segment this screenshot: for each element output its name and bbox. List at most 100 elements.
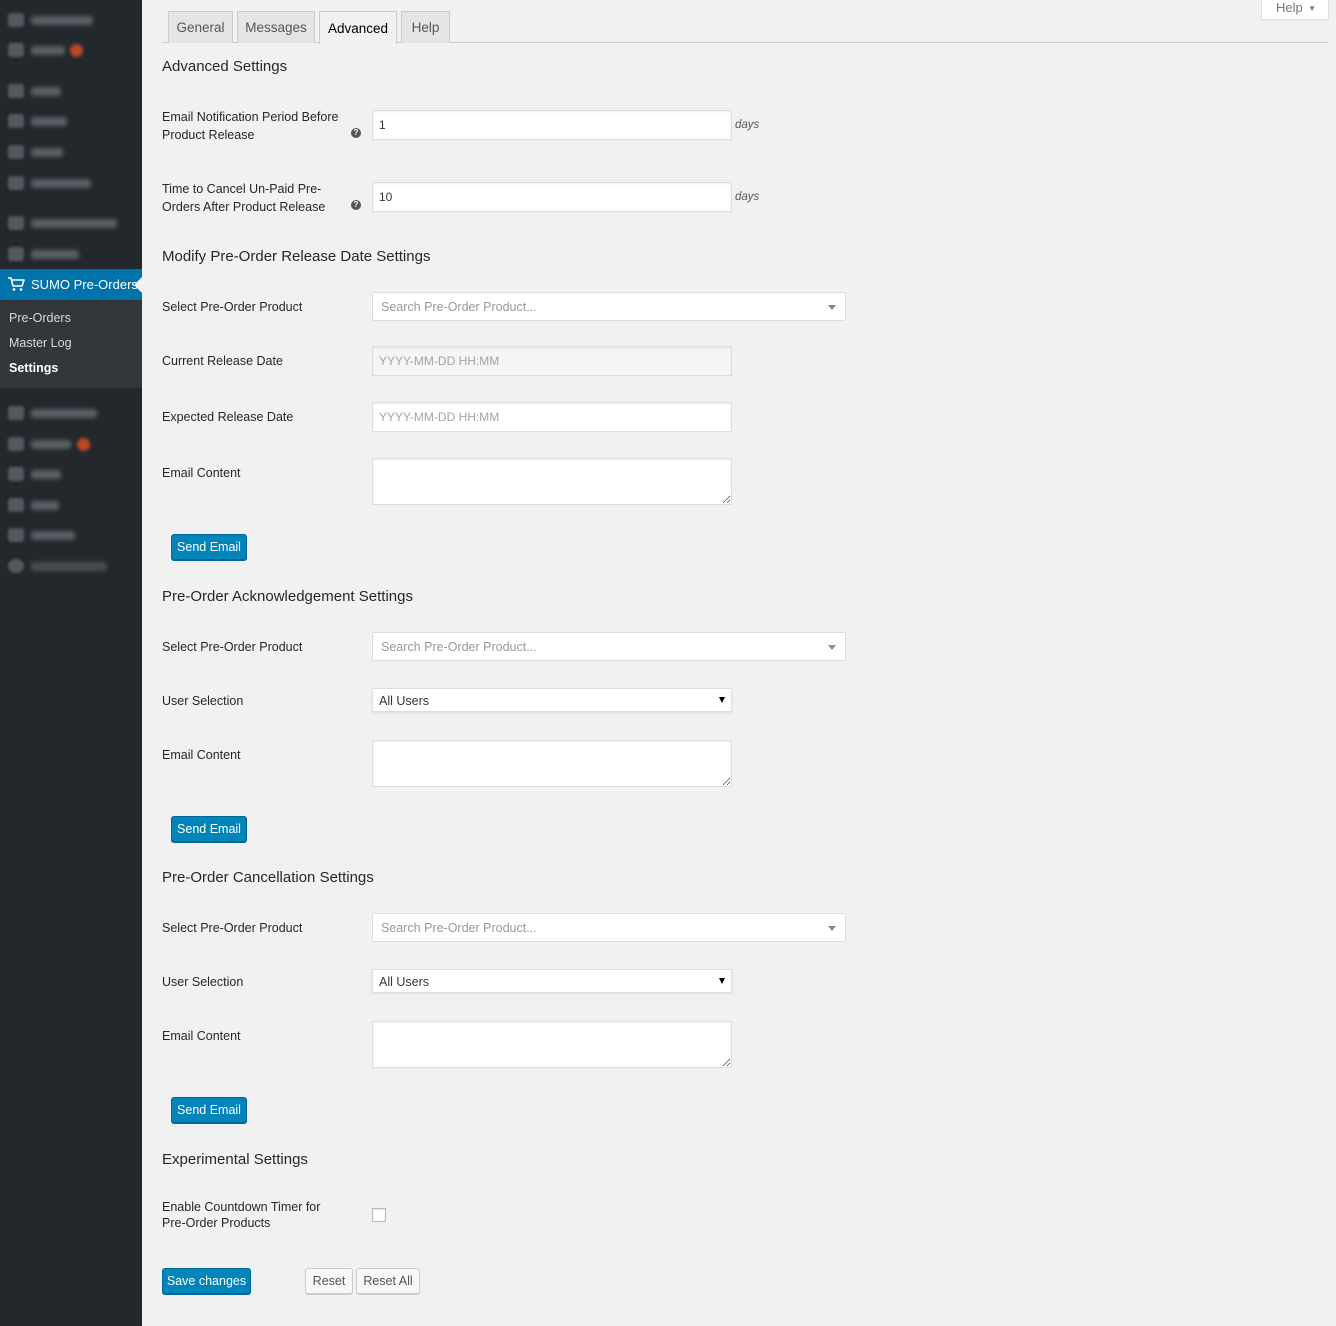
sidebar-item-label-blurred <box>31 250 79 259</box>
countdown-timer-label: Enable Countdown Timer for Pre-Order Pro… <box>162 1200 321 1230</box>
sidebar-item-users[interactable] <box>0 459 142 489</box>
sidebar-item-label-blurred <box>31 87 61 96</box>
select-placeholder: Search Pre-Order Product... <box>381 921 537 935</box>
updates-icon <box>8 43 24 57</box>
active-menu-pointer <box>134 277 142 293</box>
cancel-unpaid-label: Time to Cancel Un-Paid Pre-Orders After … <box>162 182 326 214</box>
current-release-date-input <box>372 346 732 376</box>
cancel-send-email-button[interactable]: Send Email <box>171 1097 247 1123</box>
products-icon <box>8 247 24 261</box>
sidebar-item-products[interactable] <box>0 239 142 269</box>
chevron-down-icon <box>828 305 836 310</box>
select-value: All Users <box>379 975 430 989</box>
plugins-icon <box>8 437 24 451</box>
tab-messages[interactable]: Messages <box>237 11 315 43</box>
save-changes-button[interactable]: Save changes <box>162 1268 251 1294</box>
modify-email-content-label: Email Content <box>162 466 241 480</box>
expected-release-date-label: Expected Release Date <box>162 410 294 424</box>
cancel-product-search-select[interactable]: Search Pre-Order Product... <box>372 913 846 942</box>
sidebar-item-label-blurred <box>31 179 91 188</box>
countdown-timer-checkbox[interactable] <box>372 1208 386 1222</box>
ack-email-content-textarea[interactable] <box>372 740 732 787</box>
ack-product-search-select[interactable]: Search Pre-Order Product... <box>372 632 846 661</box>
sidebar-collapse-menu[interactable] <box>0 551 142 581</box>
comments-icon <box>8 176 24 190</box>
appearance-icon <box>8 406 24 420</box>
sidebar-item-label-blurred <box>31 219 117 228</box>
tab-general[interactable]: General <box>168 11 233 43</box>
submenu-item-master-log[interactable]: Master Log <box>9 336 72 350</box>
sidebar-item-label-blurred <box>31 440 71 449</box>
cancel-unpaid-input[interactable] <box>372 182 732 212</box>
notification-period-input[interactable] <box>372 110 732 140</box>
sidebar-item-label-blurred <box>31 46 65 55</box>
cancel-email-content-textarea[interactable] <box>372 1021 732 1068</box>
help-tab-label: Help <box>1276 0 1303 15</box>
settings-icon <box>8 528 24 542</box>
cancel-unpaid-unit: days <box>735 191 760 203</box>
sidebar-item-label-blurred <box>31 117 67 126</box>
sidebar-item-plugins[interactable] <box>0 429 142 459</box>
reset-all-button[interactable]: Reset All <box>356 1268 420 1294</box>
cancel-product-label: Select Pre-Order Product <box>162 921 303 935</box>
media-icon <box>8 114 24 128</box>
update-count-badge <box>70 44 83 57</box>
select-value: All Users <box>379 694 430 708</box>
tab-help[interactable]: Help <box>401 11 450 43</box>
chevron-down-icon <box>828 926 836 931</box>
dashboard-icon <box>8 13 24 27</box>
tab-advanced[interactable]: Advanced <box>319 11 397 44</box>
ack-send-email-button[interactable]: Send Email <box>171 816 247 842</box>
sidebar-item-dashboard[interactable] <box>0 5 142 35</box>
sidebar-item-pages[interactable] <box>0 137 142 167</box>
sidebar-item-label-blurred <box>31 16 93 25</box>
posts-icon <box>8 84 24 98</box>
tools-icon <box>8 498 24 512</box>
sidebar-item-label-blurred <box>31 531 75 540</box>
cart-icon <box>8 277 25 291</box>
section-title-acknowledgement: Pre-Order Acknowledgement Settings <box>162 588 413 605</box>
cancel-user-selection-select[interactable]: All Users <box>372 969 732 993</box>
pages-icon <box>8 145 24 159</box>
section-title-cancellation: Pre-Order Cancellation Settings <box>162 869 374 886</box>
caret-down-icon <box>719 697 725 703</box>
submenu-item-pre-orders[interactable]: Pre-Orders <box>9 311 71 325</box>
users-icon <box>8 467 24 481</box>
plugin-count-badge <box>77 438 90 451</box>
select-placeholder: Search Pre-Order Product... <box>381 640 537 654</box>
modify-send-email-button[interactable]: Send Email <box>171 534 247 560</box>
submenu-item-settings[interactable]: Settings <box>9 361 58 375</box>
woocommerce-icon <box>8 216 24 230</box>
reset-button[interactable]: Reset <box>305 1268 353 1294</box>
section-title-modify-release: Modify Pre-Order Release Date Settings <box>162 248 431 265</box>
sidebar-item-label-blurred <box>31 148 63 157</box>
sidebar-item-posts[interactable] <box>0 76 142 106</box>
sidebar-item-comments[interactable] <box>0 168 142 198</box>
current-release-date-label: Current Release Date <box>162 354 283 368</box>
sidebar-item-updates[interactable] <box>0 35 142 65</box>
sidebar-item-appearance[interactable] <box>0 398 142 428</box>
chevron-down-icon <box>828 645 836 650</box>
ack-email-content-label: Email Content <box>162 748 241 762</box>
select-placeholder: Search Pre-Order Product... <box>381 300 537 314</box>
caret-down-icon: ▼ <box>1308 4 1316 13</box>
expected-release-date-input[interactable] <box>372 402 732 432</box>
sidebar-item-settings[interactable] <box>0 520 142 550</box>
sidebar-item-tools[interactable] <box>0 490 142 520</box>
admin-sidebar: SUMO Pre-Orders Pre-Orders Master Log Se… <box>0 0 142 1326</box>
sidebar-item-media[interactable] <box>0 106 142 136</box>
notification-period-unit: days <box>735 119 760 131</box>
help-tip-icon[interactable]: ? <box>351 200 361 210</box>
sidebar-item-woocommerce[interactable] <box>0 208 142 238</box>
modify-email-content-textarea[interactable] <box>372 458 732 505</box>
modify-product-search-select[interactable]: Search Pre-Order Product... <box>372 292 846 321</box>
caret-down-icon <box>719 978 725 984</box>
help-tip-icon[interactable]: ? <box>351 128 361 138</box>
cancel-user-selection-label: User Selection <box>162 975 244 989</box>
notification-period-label: Email Notification Period Before Product… <box>162 110 339 142</box>
sidebar-item-label-blurred <box>31 409 97 418</box>
contextual-help-toggle[interactable]: Help ▼ <box>1261 0 1329 20</box>
sidebar-item-label-blurred <box>31 470 61 479</box>
sidebar-item-sumo-pre-orders[interactable]: SUMO Pre-Orders <box>0 269 142 300</box>
ack-user-selection-select[interactable]: All Users <box>372 688 732 712</box>
